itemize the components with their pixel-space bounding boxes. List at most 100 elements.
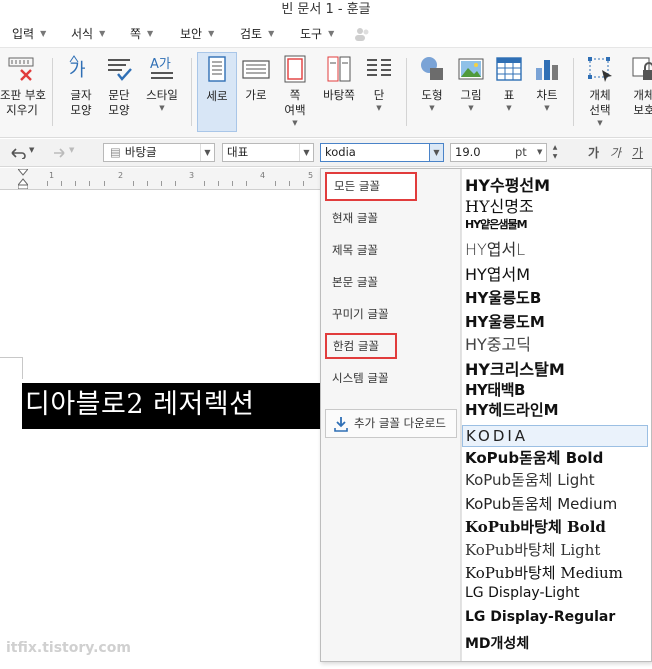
font-item[interactable]: KoPub돋움체 Medium	[465, 493, 617, 514]
italic-button[interactable]: 가	[610, 144, 621, 161]
chevron-down-icon: ▼	[268, 29, 275, 38]
chevron-down-icon: ▼	[328, 29, 335, 38]
font-item[interactable]: HY헤드라인M	[465, 399, 559, 420]
category-system-fonts[interactable]: 시스템 글꼴	[332, 370, 389, 386]
chevron-down-icon: ▼	[506, 104, 512, 112]
category-decorative-fonts[interactable]: 꾸미기 글꼴	[332, 306, 389, 322]
chevron-down-icon: ▼	[99, 29, 106, 38]
page-margin-label: 쪽	[289, 88, 301, 102]
master-page-label: 바탕쪽	[323, 88, 355, 102]
font-size-input[interactable]: 19.0 pt ▼	[450, 143, 547, 162]
font-size-value: 19.0	[455, 145, 481, 159]
document-canvas[interactable]: 디아블로2 레저렉션	[0, 191, 320, 669]
font-item[interactable]: HY얕은샘물M	[465, 216, 528, 232]
style-button[interactable]: A가 스타일 ▼	[140, 52, 184, 132]
horizontal-orientation-button[interactable]: 가로	[238, 52, 274, 132]
chart-button[interactable]: 차트 ▼	[529, 52, 565, 132]
font-item[interactable]: HY태백B	[465, 379, 525, 400]
download-fonts-button[interactable]: 추가 글꼴 다운로드	[325, 409, 457, 438]
category-all-fonts[interactable]: 모든 글꼴	[325, 172, 417, 201]
menu-tools[interactable]: 도구 ▼	[300, 26, 334, 42]
font-item[interactable]: HY울릉도B	[465, 287, 541, 308]
chevron-down-icon: ▼	[292, 119, 298, 127]
master-page-button[interactable]: 바탕쪽	[318, 52, 360, 132]
menu-page[interactable]: 쪽 ▼	[130, 26, 153, 42]
shape-label: 도형	[421, 88, 443, 102]
category-current-fonts[interactable]: 현재 글꼴	[332, 210, 378, 226]
picture-button[interactable]: 그림 ▼	[452, 52, 490, 132]
font-item-selected[interactable]: KODIA	[462, 425, 648, 447]
category-title-fonts[interactable]: 제목 글꼴	[332, 242, 378, 258]
font-category-list: 모든 글꼴 현재 글꼴 제목 글꼴 본문 글꼴 꾸미기 글꼴 한컴 글꼴 시스템…	[321, 169, 461, 661]
menu-security[interactable]: 보안 ▼	[180, 26, 214, 42]
clear-markup-label2: 지우기	[6, 103, 38, 117]
indent-marker-icon[interactable]	[18, 169, 28, 189]
font-item[interactable]: MD개성체	[465, 633, 529, 653]
para-shape-label2: 모양	[108, 103, 130, 117]
chevron-down-icon: ▼	[200, 144, 214, 161]
font-item[interactable]: KoPub돋움체 Light	[465, 469, 595, 490]
font-item[interactable]: HY엽서M	[465, 261, 530, 285]
style-select-value: 바탕글	[124, 145, 157, 159]
chevron-down-icon[interactable]: ▼	[429, 144, 443, 161]
char-shape-label: 글자	[70, 88, 92, 102]
undo-icon[interactable]	[10, 147, 26, 159]
menu-tools-label: 도구	[300, 27, 323, 41]
horizontal-ruler[interactable]: 1 2 3 4 5	[0, 168, 320, 190]
font-item[interactable]: HY엽서L	[465, 236, 525, 260]
chevron-down-icon: ▼	[147, 29, 154, 38]
size-spinner[interactable]: ▲ ▼	[549, 143, 561, 162]
font-item[interactable]: KoPub바탕체 Medium	[465, 562, 623, 583]
font-list: HY수평선M HY신명조 HY얕은샘물M HY엽서L HY엽서M HY울릉도B …	[461, 169, 652, 661]
ribbon-divider	[406, 58, 407, 126]
font-item[interactable]: HY신명조	[465, 193, 534, 217]
chevron-down-icon: ▼	[159, 104, 165, 112]
font-item[interactable]: HY크리스탈M	[465, 356, 565, 380]
para-shape-button[interactable]: 문단 모양	[100, 52, 138, 132]
menu-input-label: 입력	[12, 27, 35, 41]
clear-markup-button[interactable]: 조판 부호 지우기	[0, 52, 46, 132]
chevron-down-icon[interactable]: ▼	[69, 146, 74, 154]
chevron-down-icon: ▼	[40, 29, 47, 38]
columns-button[interactable]: 단 ▼	[362, 52, 396, 132]
font-item[interactable]: HY중고딕	[465, 331, 531, 355]
underline-button[interactable]: 가	[632, 144, 643, 161]
page-margin-label2: 여백	[284, 103, 306, 117]
download-fonts-label: 추가 글꼴 다운로드	[354, 416, 446, 430]
format-toolbar: ▼ ▼ ▤ 바탕글 ▼ 대표 ▼ kodia ▼ 19.0 pt ▼ ▲ ▼ 가 가…	[0, 139, 652, 167]
bold-button[interactable]: 가	[588, 144, 599, 161]
para-shape-label: 문단	[108, 88, 130, 102]
redo-icon[interactable]	[50, 147, 66, 159]
category-body-fonts[interactable]: 본문 글꼴	[332, 274, 378, 290]
font-item[interactable]: KoPub돋움체 Bold	[465, 447, 603, 468]
font-item[interactable]: KoPub바탕체 Light	[465, 539, 600, 560]
users-icon[interactable]	[354, 27, 370, 41]
shape-button[interactable]: 도형 ▼	[413, 52, 451, 132]
table-icon	[496, 57, 522, 81]
table-button[interactable]: 표 ▼	[491, 52, 527, 132]
font-item[interactable]: LG Display-Light	[465, 585, 579, 601]
category-hancom-fonts[interactable]: 한컴 글꼴	[325, 333, 397, 359]
vertical-orientation-button[interactable]: 세로	[197, 52, 237, 132]
menu-format[interactable]: 서식 ▼	[71, 26, 105, 42]
chevron-down-icon[interactable]: ▼	[537, 144, 542, 161]
object-select-button[interactable]: 개체 선택 ▼	[580, 52, 620, 132]
chevron-down-icon[interactable]: ▼	[29, 146, 34, 154]
object-select-icon	[588, 57, 612, 82]
char-shape-button[interactable]: 가 글자 모양	[58, 52, 104, 132]
page-margin-button[interactable]: 쪽 여백 ▼	[276, 52, 314, 132]
menu-input[interactable]: 입력 ▼	[12, 26, 46, 42]
object-select-label: 개체	[589, 88, 611, 102]
font-item[interactable]: HY울릉도M	[465, 311, 545, 332]
chevron-down-icon: ▼	[468, 104, 474, 112]
object-protect-button[interactable]: 개체 보호	[624, 52, 652, 132]
selected-text-block[interactable]: 디아블로2 레저렉션	[22, 383, 320, 429]
font-item[interactable]: LG Display-Regular	[465, 609, 615, 625]
ruler-number: 3	[189, 171, 195, 180]
font-name-input[interactable]: kodia ▼	[320, 143, 444, 162]
menu-review[interactable]: 검토 ▼	[240, 26, 274, 42]
language-select[interactable]: 대표 ▼	[222, 143, 314, 162]
menu-format-label: 서식	[71, 27, 94, 41]
style-select[interactable]: ▤ 바탕글 ▼	[103, 143, 215, 162]
font-item[interactable]: KoPub바탕체 Bold	[465, 516, 606, 537]
